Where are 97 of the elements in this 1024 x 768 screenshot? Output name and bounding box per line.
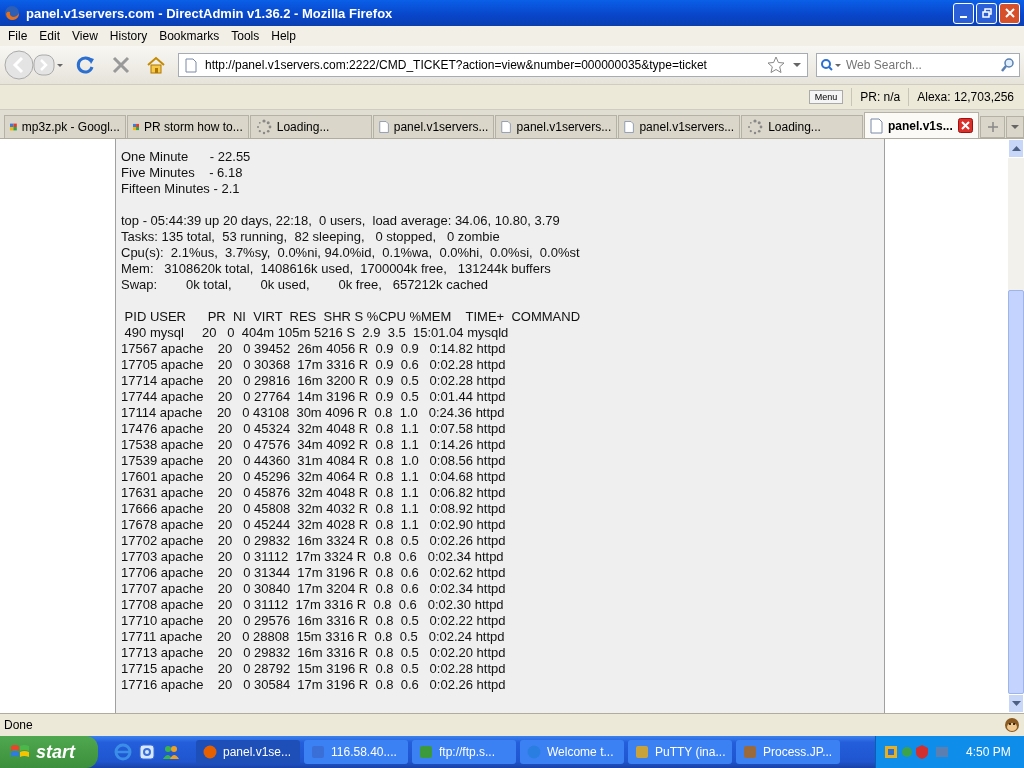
scroll-up-icon[interactable]: [1011, 145, 1021, 152]
taskbar-button[interactable]: panel.v1se...: [196, 740, 300, 764]
browser-tab[interactable]: panel.v1servers...: [618, 115, 741, 138]
scrollbar[interactable]: [1008, 139, 1024, 713]
stop-icon[interactable]: [112, 56, 130, 74]
text-line: 17703 apache 20 0 31112 17m 3324 R 0.8 0.6 0:02.34 httpd: [121, 549, 504, 565]
dropdown-icon[interactable]: [793, 62, 801, 68]
text-line: 17707 apache 20 0 30840 17m 3204 R 0.8 0.6 0:02.34 httpd: [121, 581, 506, 597]
text-line: 17708 apache 20 0 31112 17m 3316 R 0.8 0.6 0:02.30 httpd: [121, 597, 504, 613]
text-line: Mem: 3108620k total, 1408616k used, 1700004k free, 131244k buffers: [121, 261, 551, 277]
browser-tab[interactable]: mp3z.pk - Googl...: [4, 115, 126, 138]
text-line: Tasks: 135 total, 53 running, 82 sleeping, 0 stopped, 0 zombie: [121, 229, 500, 245]
window-title: panel.v1servers.com - DirectAdmin v1.36.2 - Mozilla Firefox: [26, 5, 394, 21]
restore-button[interactable]: [976, 2, 997, 24]
text-line: 17705 apache 20 0 30368 17m 3316 R 0.9 0.6 0:02.28 httpd: [121, 357, 506, 373]
text-line: 17666 apache 20 0 45808 32m 4032 R 0.8 1.1 0:08.92 httpd: [121, 501, 506, 517]
menu-button[interactable]: Menu: [808, 90, 844, 104]
page-icon: [624, 119, 635, 135]
page-icon: [378, 119, 389, 135]
menu-item[interactable]: Help: [265, 29, 302, 43]
text-line: 17114 apache 20 0 43108 30m 4096 R 0.8 1.0 0:24.36 httpd: [121, 405, 505, 421]
scroll-down-icon[interactable]: [1011, 700, 1021, 707]
text-line: 490 mysql 20 0 404m 105m 5216 S 2.9 3.5 15:01.04 mysqld: [123, 325, 509, 341]
text-line: One Minute - 22.55: [121, 149, 251, 165]
text-line: 17539 apache 20 0 44360 31m 4084 R 0.8 1.0 0:08.56 httpd: [121, 453, 506, 469]
taskbar-button[interactable]: ftp://ftp.s...: [412, 740, 516, 764]
text-line: 17631 apache 20 0 45876 32m 4048 R 0.8 1.1 0:06.82 httpd: [121, 485, 506, 501]
text-line: 17714 apache 20 0 29816 16m 3200 R 0.9 0.5 0:02.28 httpd: [121, 373, 506, 389]
text-line: Fifteen Minutes - 2.1: [121, 181, 240, 197]
text-line: 17710 apache 20 0 29576 16m 3316 R 0.8 0.5 0:02.22 httpd: [121, 613, 506, 629]
text-line: 17702 apache 20 0 29832 16m 3324 R 0.8 0.5 0:02.26 httpd: [121, 533, 506, 549]
page-icon: [501, 119, 512, 135]
text-line: top - 05:44:39 up 20 days, 22:18, 0 users, load average: 34.06, 10.80, 3.79: [121, 213, 560, 229]
page-icon: [185, 57, 197, 73]
pagerank-label: PR: n/a: [860, 90, 901, 104]
close-tab-icon[interactable]: [958, 118, 974, 133]
app-icon: [202, 744, 218, 760]
restore-icon: [981, 8, 992, 18]
close-button[interactable]: [999, 2, 1020, 24]
text-line: 17744 apache 20 0 27764 14m 3196 R 0.9 0.5 0:01.44 httpd: [121, 389, 506, 405]
star-icon[interactable]: [767, 56, 785, 74]
menu-item[interactable]: Edit: [33, 29, 67, 43]
taskbar-button[interactable]: Welcome t...: [520, 740, 624, 764]
text-line: 17678 apache 20 0 45244 32m 4028 R 0.8 1.1 0:02.90 httpd: [121, 517, 506, 533]
text-line: 17713 apache 20 0 29832 16m 3316 R 0.8 0.5 0:02.20 httpd: [121, 645, 506, 661]
text-line: 17567 apache 20 0 39452 26m 4056 R 0.9 0.9 0:14.82 httpd: [121, 341, 506, 357]
back-forward-button[interactable]: [4, 50, 64, 80]
page-icon: [870, 117, 883, 134]
text-line: 17706 apache 20 0 31344 17m 3196 R 0.8 0.6 0:02.62 httpd: [121, 565, 506, 581]
app-icon: [418, 744, 434, 760]
text-line: 17711 apache 20 0 28808 15m 3316 R 0.8 0.5 0:02.24 httpd: [121, 629, 505, 645]
search-field[interactable]: Web Search...: [816, 53, 1020, 77]
loading-spinner-icon: [747, 119, 764, 135]
alexa-rank-label: Alexa: 12,703,256: [917, 90, 1014, 104]
text-line: 17538 apache 20 0 47576 34m 4092 R 0.8 1.1 0:14.26 httpd: [121, 437, 506, 453]
browser-tab[interactable]: Loading...: [249, 115, 372, 138]
text-line: Cpu(s): 2.1%us, 3.7%sy, 0.0%ni, 94.0%id, 0.1%wa, 0.0%hi, 0.0%si, 0.0%st: [121, 245, 580, 261]
taskbar-button[interactable]: PuTTY (ina...: [628, 740, 732, 764]
text-line: Five Minutes - 6.18: [121, 165, 243, 181]
browser-tab[interactable]: panel.v1servers...: [372, 115, 495, 138]
close-icon: [1004, 8, 1015, 18]
text-line: 17476 apache 20 0 45324 32m 4048 R 0.8 1.1 0:07.58 httpd: [121, 421, 506, 437]
search-icon[interactable]: [1000, 57, 1016, 73]
caret-icon: [1011, 124, 1020, 130]
search-icon: [820, 58, 842, 72]
status-text: Done: [4, 718, 33, 732]
monkey-face-icon: [1004, 717, 1020, 733]
reload-icon[interactable]: [76, 55, 96, 75]
browser-tab[interactable]: panel.v1servers...: [495, 115, 618, 138]
clock: 4:50 PM: [966, 745, 1011, 759]
home-icon[interactable]: [146, 55, 166, 75]
taskbar-button[interactable]: 116.58.40....: [304, 740, 408, 764]
text-line: 17715 apache 20 0 28792 15m 3196 R 0.8 0.5 0:02.28 httpd: [121, 661, 506, 677]
text-line: 17601 apache 20 0 45296 32m 4064 R 0.8 1.1 0:04.68 httpd: [121, 469, 506, 485]
menu-item[interactable]: View: [66, 29, 104, 43]
app-icon: [742, 744, 758, 760]
app-icon: [634, 744, 650, 760]
taskbar-button[interactable]: Process.JP...: [736, 740, 840, 764]
people-icon[interactable]: [162, 743, 180, 761]
browser-tab[interactable]: PR storm how to...: [126, 115, 249, 138]
tab-list-button[interactable]: [1006, 116, 1024, 138]
minimize-icon: [960, 16, 967, 18]
menu-item[interactable]: Bookmarks: [153, 29, 226, 43]
browser-tab[interactable]: Loading...: [741, 115, 863, 138]
firefox-icon: [4, 5, 20, 21]
address-bar[interactable]: http://panel.v1servers.com:2222/CMD_TICKET?action=view&number=000000035&type=ticket: [178, 53, 808, 77]
menu-item[interactable]: File: [2, 29, 34, 43]
minimize-button[interactable]: [953, 2, 974, 24]
text-line: Swap: 0k total, 0k used, 0k free, 657212k cached: [121, 277, 489, 293]
menu-item[interactable]: History: [103, 29, 154, 43]
text-line: 17716 apache 20 0 30584 17m 3196 R 0.8 0.6 0:02.26 httpd: [121, 677, 506, 693]
browser-tab[interactable]: panel.v1s...: [864, 112, 980, 138]
loading-spinner-icon: [255, 119, 272, 135]
plus-icon: [986, 121, 999, 133]
menu-item[interactable]: Tools: [225, 29, 266, 43]
app-icon: [310, 744, 326, 760]
text-line: PID USER PR NI VIRT RES SHR S %CPU %MEM TIME+ COMMAND: [123, 309, 581, 325]
